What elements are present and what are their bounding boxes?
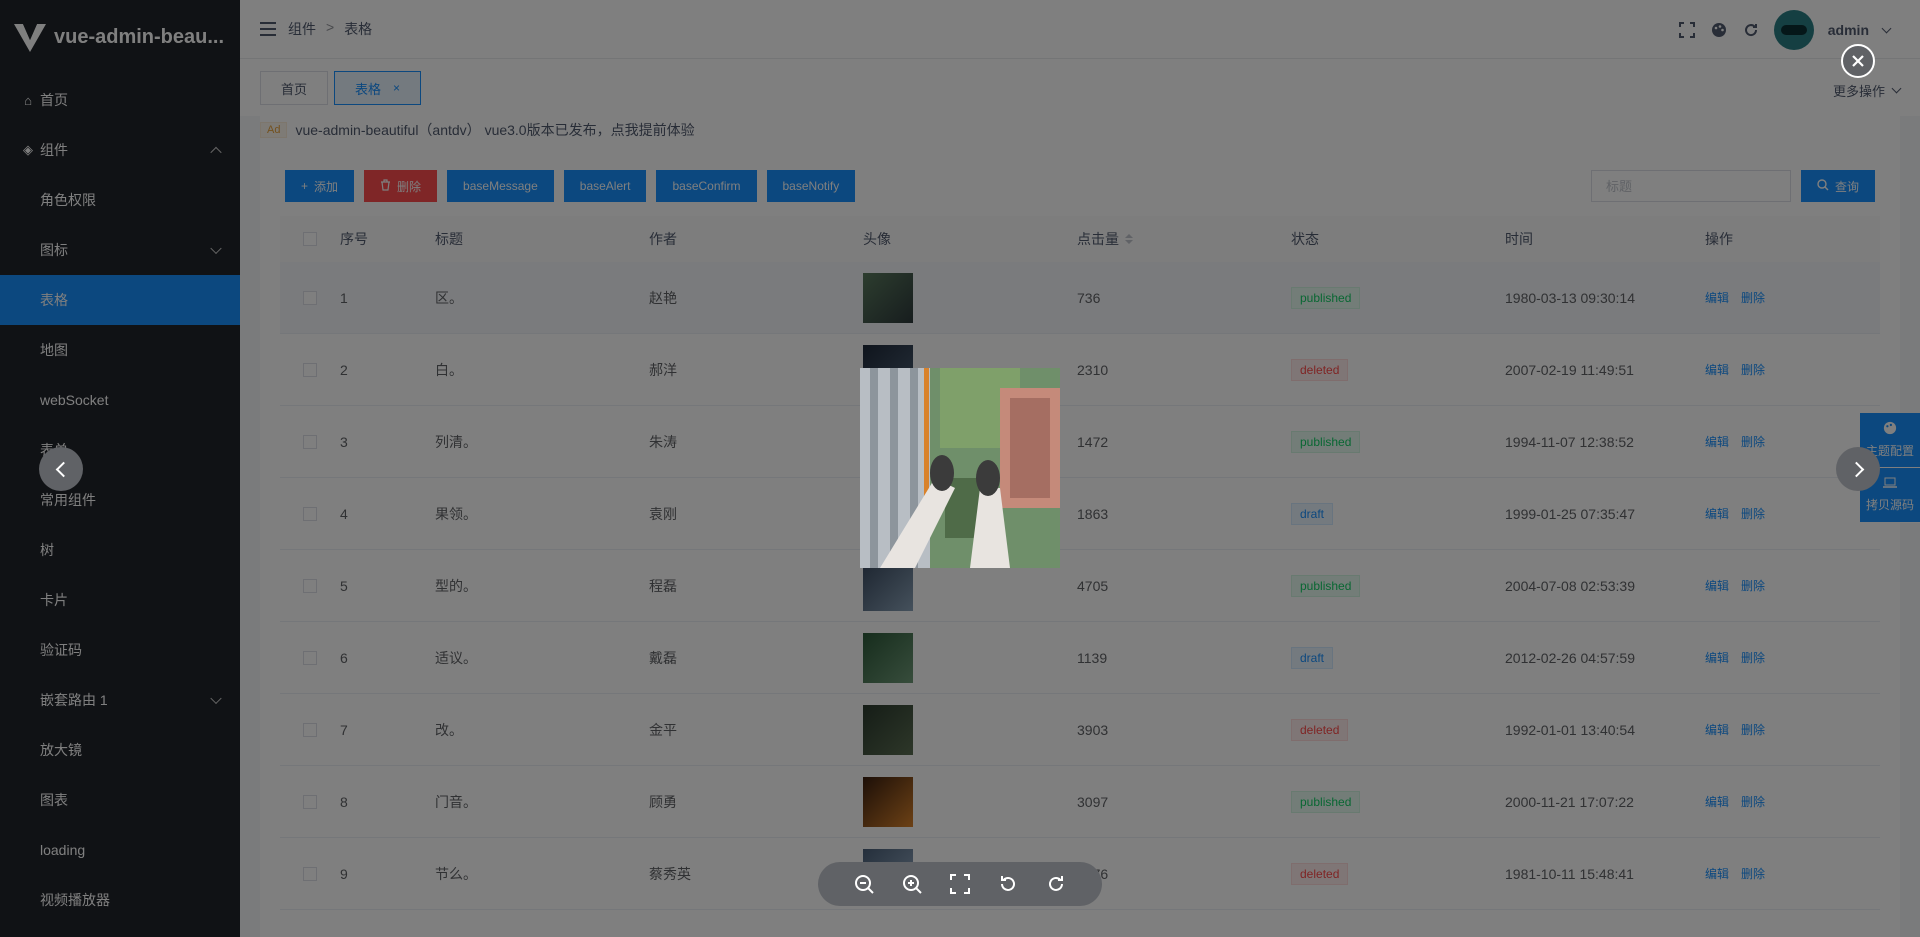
- fit-screen-icon[interactable]: [948, 872, 972, 896]
- previous-image-button[interactable]: [39, 447, 83, 491]
- next-image-button[interactable]: [1836, 447, 1880, 491]
- zoom-in-icon[interactable]: [900, 872, 924, 896]
- close-icon[interactable]: [1841, 44, 1875, 78]
- preview-image: [860, 368, 1060, 568]
- rotate-left-icon[interactable]: [996, 872, 1020, 896]
- chevron-right-icon: [1848, 461, 1864, 477]
- zoom-out-icon[interactable]: [852, 872, 876, 896]
- image-viewer-actions: [818, 862, 1102, 906]
- chevron-left-icon: [55, 461, 71, 477]
- rotate-right-icon[interactable]: [1044, 872, 1068, 896]
